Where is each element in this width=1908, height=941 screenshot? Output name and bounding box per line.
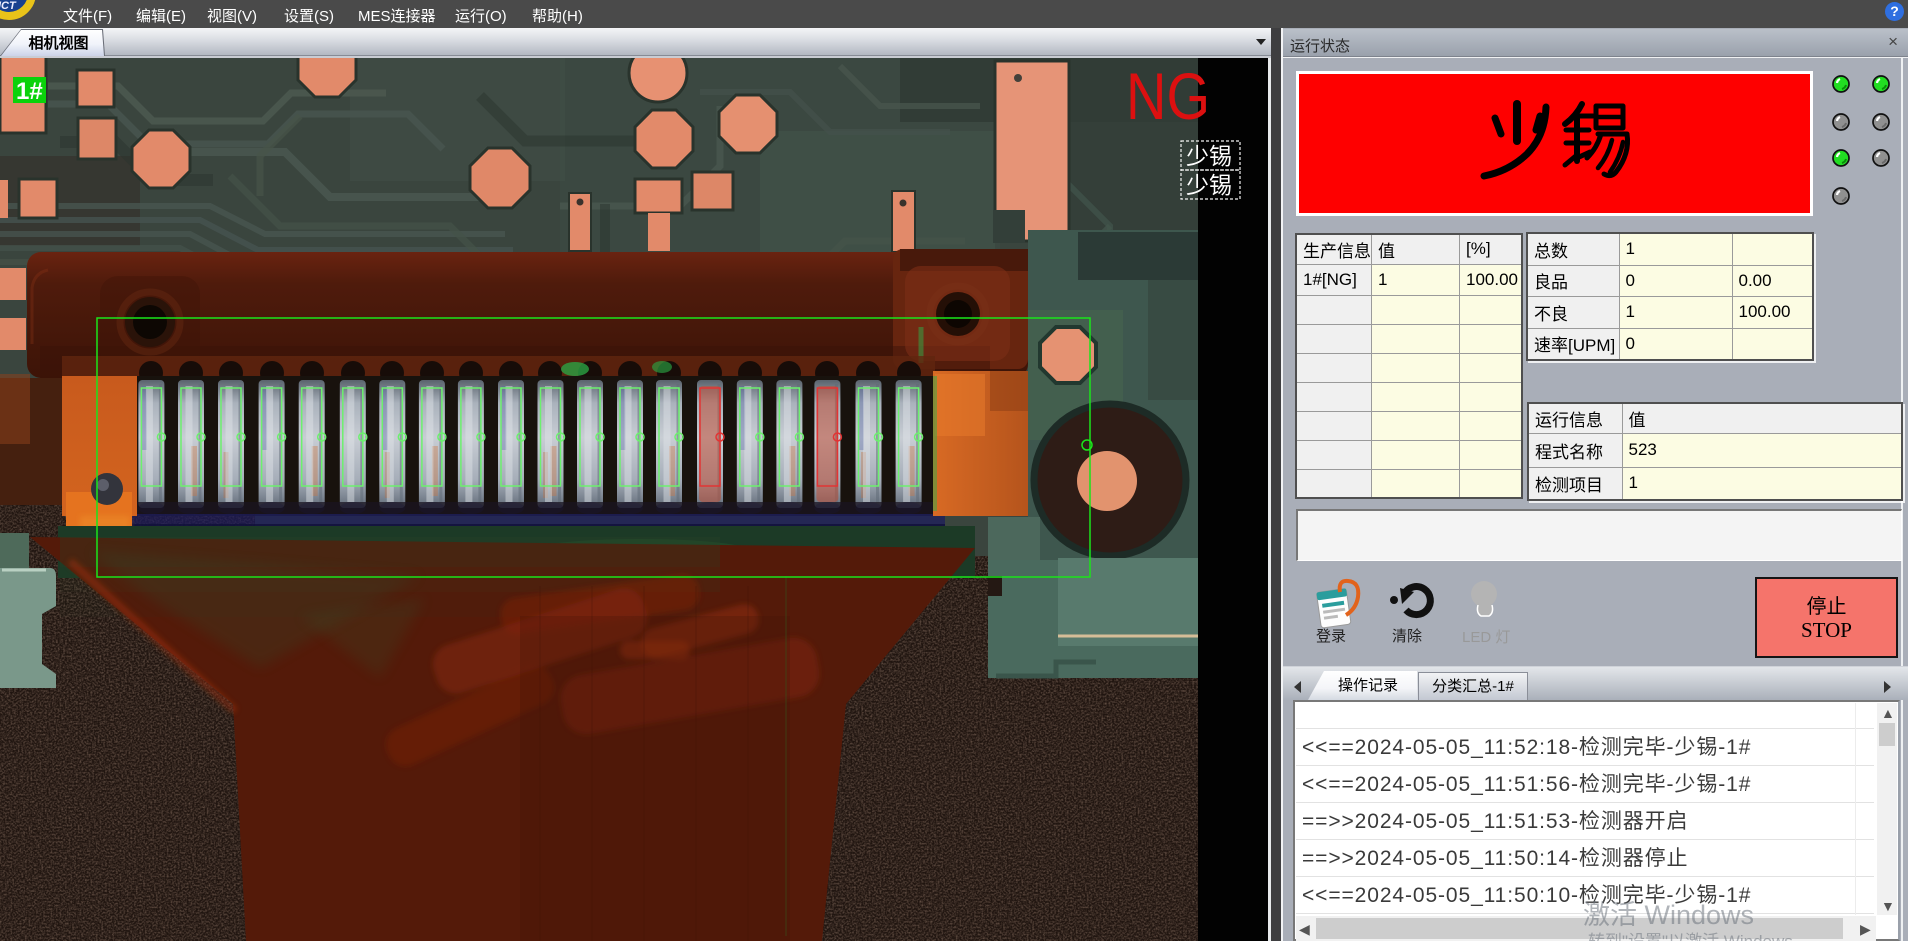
svg-text:少锡: 少锡 [1186, 172, 1232, 198]
svg-text:少锡: 少锡 [1186, 143, 1232, 169]
svg-text:NG: NG [1126, 59, 1210, 133]
svg-text:1#: 1# [16, 78, 43, 105]
